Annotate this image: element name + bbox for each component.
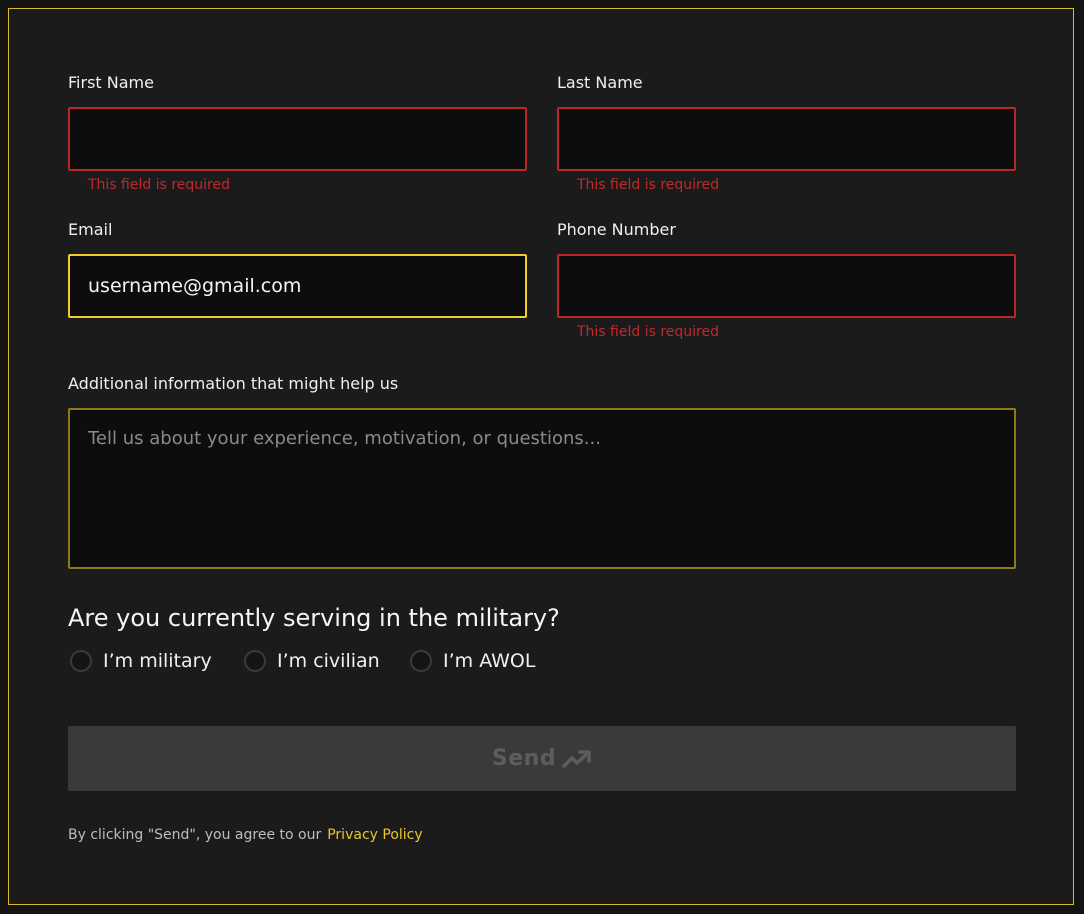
trending-up-icon xyxy=(562,749,591,768)
first-name-label: First Name xyxy=(68,73,154,92)
radio-circle-icon[interactable] xyxy=(410,650,432,672)
privacy-policy-link[interactable]: Privacy Policy xyxy=(327,827,422,843)
first-name-error: This field is required xyxy=(88,177,231,193)
additional-info-textarea[interactable]: Tell us about your experience, motivatio… xyxy=(68,408,1016,569)
email-label: Email xyxy=(68,220,113,239)
radio-circle-icon[interactable] xyxy=(244,650,266,672)
send-button-label: Send xyxy=(491,746,557,771)
send-button[interactable]: Send xyxy=(68,726,1016,791)
contact-form: First Name This field is required Last N… xyxy=(8,8,1074,905)
radio-military-label: I’m military xyxy=(103,650,212,672)
phone-error: This field is required xyxy=(577,324,720,340)
legal-notice: By clicking "Send", you agree to our Priv… xyxy=(68,825,423,845)
additional-info-label: Additional information that might help u… xyxy=(68,374,399,393)
last-name-error: This field is required xyxy=(577,177,720,193)
email-field[interactable]: username@gmail.com xyxy=(68,254,527,318)
radio-civilian[interactable]: I’m civilian xyxy=(244,647,380,675)
legal-text: By clicking "Send", you agree to our xyxy=(68,827,322,843)
radio-military[interactable]: I’m military xyxy=(70,647,212,675)
phone-label: Phone Number xyxy=(557,220,676,239)
first-name-field[interactable] xyxy=(68,107,527,171)
radio-awol-label: I’m AWOL xyxy=(443,650,536,672)
phone-field[interactable] xyxy=(557,254,1016,318)
radio-awol[interactable]: I’m AWOL xyxy=(410,647,535,675)
last-name-field[interactable] xyxy=(557,107,1016,171)
military-question: Are you currently serving in the militar… xyxy=(68,604,560,632)
last-name-label: Last Name xyxy=(557,73,643,92)
radio-civilian-label: I’m civilian xyxy=(277,650,380,672)
radio-circle-icon[interactable] xyxy=(70,650,92,672)
